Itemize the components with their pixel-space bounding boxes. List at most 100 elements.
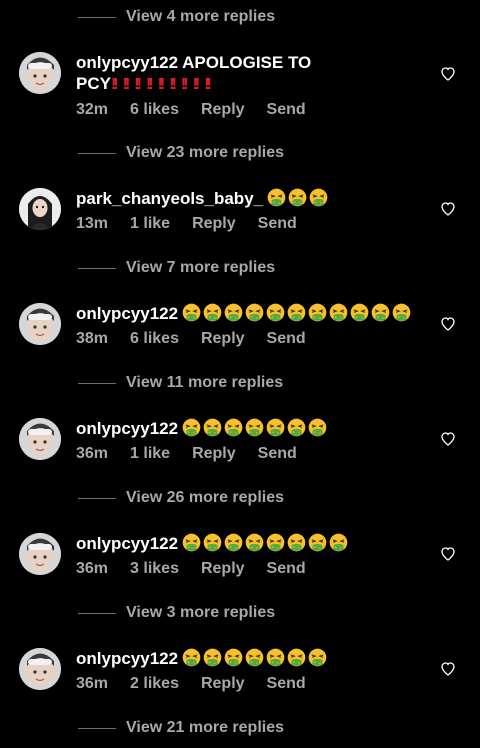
double-exclamation-icon: !! bbox=[157, 76, 165, 93]
avatar[interactable] bbox=[19, 533, 61, 575]
reply-button[interactable]: Reply bbox=[201, 330, 245, 348]
replies-divider-line bbox=[78, 16, 116, 18]
vomiting-face-emoji-icon bbox=[203, 648, 222, 667]
view-more-replies-button[interactable]: View 4 more replies bbox=[78, 5, 275, 29]
view-more-replies-label: View 7 more replies bbox=[126, 259, 276, 276]
comment-likes[interactable]: 2 likes bbox=[130, 675, 179, 693]
comment-text-line: PCY!!!!!!!!!!!!!!!!!! bbox=[76, 73, 426, 95]
heart-icon[interactable] bbox=[440, 546, 456, 562]
comment-time: 36m bbox=[76, 675, 109, 692]
emoji-group bbox=[182, 303, 413, 322]
emoji-group bbox=[182, 418, 329, 437]
reply-button[interactable]: Reply bbox=[201, 101, 245, 119]
send-button[interactable]: Send bbox=[267, 675, 306, 693]
comment-meta: 13m 1 like Reply Send bbox=[76, 215, 426, 233]
comment-likes[interactable]: 3 likes bbox=[130, 560, 179, 578]
avatar[interactable] bbox=[19, 418, 61, 460]
vomiting-face-emoji-icon bbox=[182, 648, 201, 667]
comment-likes[interactable]: 1 like bbox=[130, 215, 170, 233]
vomiting-face-emoji-icon bbox=[308, 533, 327, 552]
comment-likes[interactable]: 6 likes bbox=[130, 101, 179, 119]
exclamation-group: !!!!!!!!!!!!!!!!!! bbox=[111, 74, 216, 93]
comment-text-line: park_chanyeols_baby_ bbox=[76, 188, 426, 209]
double-exclamation-icon: !! bbox=[145, 76, 153, 93]
reply-button[interactable]: Reply bbox=[201, 560, 245, 578]
view-more-replies-button[interactable]: View 11 more replies bbox=[78, 371, 283, 395]
view-more-replies-button[interactable]: View 26 more replies bbox=[78, 486, 284, 510]
heart-icon[interactable] bbox=[440, 316, 456, 332]
replies-divider-line bbox=[78, 612, 116, 614]
double-exclamation-icon: !! bbox=[134, 76, 141, 93]
comment-text-line: onlypcyy122 bbox=[76, 648, 426, 669]
comment-item: onlypcyy122 APOLOGISE TO PCY!!!!!!!!!!!!… bbox=[0, 52, 480, 132]
vomiting-face-emoji-icon bbox=[350, 303, 369, 322]
comment-text: APOLOGISE TO bbox=[182, 53, 312, 72]
heart-icon[interactable] bbox=[440, 201, 456, 217]
username[interactable]: onlypcyy122 bbox=[76, 53, 178, 72]
send-button[interactable]: Send bbox=[258, 445, 297, 463]
emoji-group bbox=[182, 648, 329, 667]
view-more-replies-label: View 26 more replies bbox=[126, 489, 285, 506]
comment-time: 32m bbox=[76, 101, 109, 118]
double-exclamation-icon: !! bbox=[122, 76, 130, 93]
vomiting-face-emoji-icon bbox=[203, 533, 222, 552]
send-button[interactable]: Send bbox=[258, 215, 297, 233]
comment-likes[interactable]: 1 like bbox=[130, 445, 170, 463]
comment-body: onlypcyy122 36m 3 likes Reply Send bbox=[76, 533, 426, 578]
avatar-image bbox=[19, 418, 61, 460]
view-more-replies-label: View 21 more replies bbox=[126, 719, 285, 736]
vomiting-face-emoji-icon bbox=[266, 533, 285, 552]
username[interactable]: onlypcyy122 bbox=[76, 534, 178, 553]
comment-time: 38m bbox=[76, 330, 109, 347]
vomiting-face-emoji-icon bbox=[287, 533, 306, 552]
double-exclamation-icon: !! bbox=[204, 76, 211, 93]
comment-time: 36m bbox=[76, 560, 109, 577]
avatar[interactable] bbox=[19, 648, 61, 690]
view-more-replies-button[interactable]: View 3 more replies bbox=[78, 601, 275, 625]
username[interactable]: park_chanyeols_baby_ bbox=[76, 189, 263, 208]
heart-icon[interactable] bbox=[440, 661, 456, 677]
comment-text-line: onlypcyy122 bbox=[76, 303, 426, 324]
double-exclamation-icon: !! bbox=[169, 76, 176, 93]
username[interactable]: onlypcyy122 bbox=[76, 304, 178, 323]
avatar[interactable] bbox=[19, 303, 61, 345]
replies-divider-line bbox=[78, 497, 116, 499]
vomiting-face-emoji-icon bbox=[203, 303, 222, 322]
comment-likes[interactable]: 6 likes bbox=[130, 330, 179, 348]
comment-meta: 36m 1 like Reply Send bbox=[76, 445, 426, 463]
heart-icon[interactable] bbox=[440, 431, 456, 447]
double-exclamation-icon: !! bbox=[192, 76, 200, 93]
comment-meta: 32m 6 likes Reply Send bbox=[76, 101, 426, 119]
vomiting-face-emoji-icon bbox=[224, 303, 243, 322]
username[interactable]: onlypcyy122 bbox=[76, 649, 178, 668]
view-more-replies-label: View 23 more replies bbox=[126, 144, 285, 161]
vomiting-face-emoji-icon bbox=[308, 418, 327, 437]
vomiting-face-emoji-icon bbox=[266, 418, 285, 437]
send-button[interactable]: Send bbox=[267, 101, 306, 119]
vomiting-face-emoji-icon bbox=[392, 303, 411, 322]
comments-feed: View 4 more replies onlypcyy122 APOLOGIS… bbox=[0, 0, 480, 748]
reply-button[interactable]: Reply bbox=[192, 445, 236, 463]
avatar-image bbox=[19, 303, 61, 345]
reply-button[interactable]: Reply bbox=[192, 215, 236, 233]
avatar[interactable] bbox=[19, 188, 61, 230]
vomiting-face-emoji-icon bbox=[224, 418, 243, 437]
heart-icon[interactable] bbox=[440, 66, 456, 82]
vomiting-face-emoji-icon bbox=[267, 188, 286, 207]
view-more-replies-button[interactable]: View 21 more replies bbox=[78, 716, 284, 740]
comment-body: onlypcyy122 36m 1 like Reply Send bbox=[76, 418, 426, 463]
send-button[interactable]: Send bbox=[267, 330, 306, 348]
double-exclamation-icon: !! bbox=[110, 76, 118, 93]
reply-button[interactable]: Reply bbox=[201, 675, 245, 693]
view-more-replies-button[interactable]: View 7 more replies bbox=[78, 256, 275, 280]
vomiting-face-emoji-icon bbox=[182, 303, 201, 322]
username[interactable]: onlypcyy122 bbox=[76, 419, 178, 438]
replies-divider-line bbox=[78, 727, 116, 729]
replies-divider-line bbox=[78, 382, 116, 384]
vomiting-face-emoji-icon bbox=[224, 533, 243, 552]
vomiting-face-emoji-icon bbox=[245, 648, 264, 667]
send-button[interactable]: Send bbox=[267, 560, 306, 578]
comment-meta: 36m 2 likes Reply Send bbox=[76, 675, 426, 693]
view-more-replies-button[interactable]: View 23 more replies bbox=[78, 141, 284, 165]
avatar[interactable] bbox=[19, 52, 61, 94]
